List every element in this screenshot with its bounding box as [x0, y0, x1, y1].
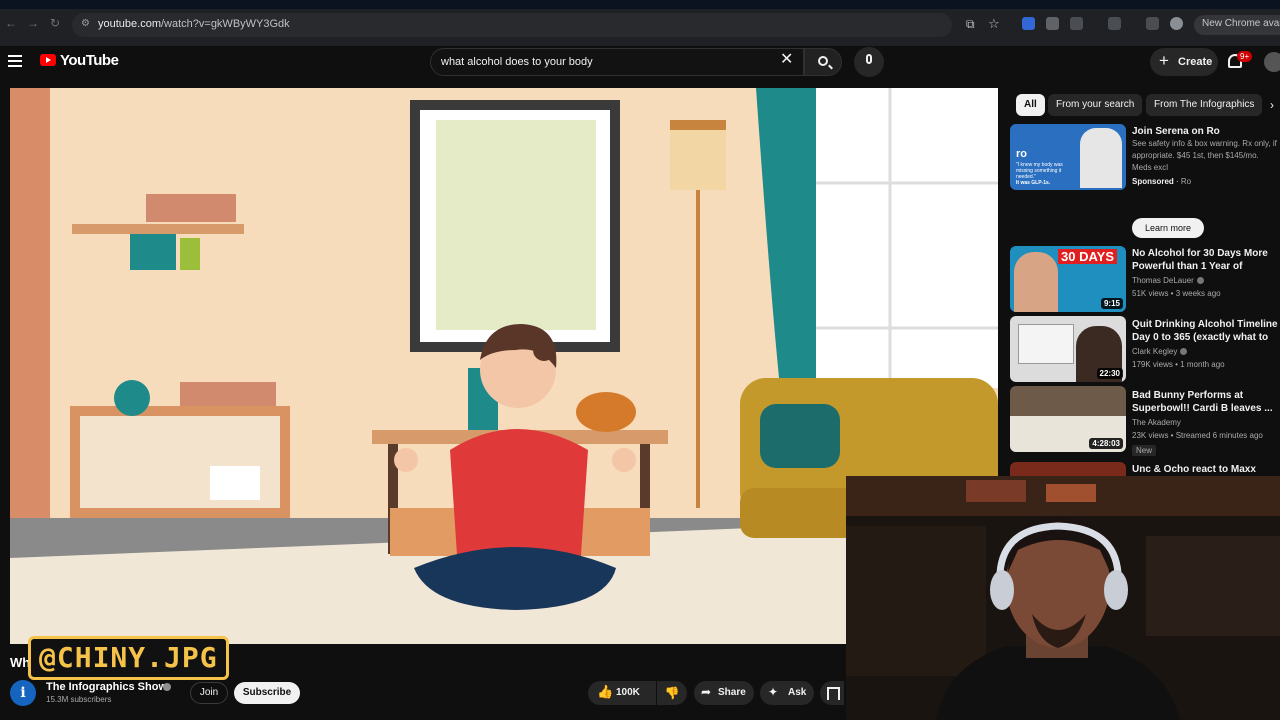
tab-strip [0, 0, 1280, 9]
thumbs-up-icon: 👍 [597, 684, 614, 699]
chevron-right-icon[interactable]: › [1270, 98, 1274, 112]
duration-badge: 22:30 [1096, 368, 1123, 379]
video-meta: 51K views • 3 weeks ago [1132, 289, 1221, 298]
dislike-button[interactable]: 👎 [657, 681, 687, 705]
video-thumbnail[interactable]: 30 DAYS 9:15 [1010, 246, 1126, 312]
thumbnail-person [1014, 252, 1058, 312]
join-button[interactable]: Join [190, 682, 228, 704]
youtube-wordmark[interactable]: YouTube [60, 52, 119, 69]
channel-avatar-letter: i [20, 685, 26, 701]
subscribe-button[interactable]: Subscribe [234, 682, 300, 704]
site-info-icon[interactable]: ⚙ [81, 18, 90, 29]
sponsored-label: Sponsored [1132, 177, 1174, 186]
webcam-feed [846, 476, 1280, 720]
browser-toolbar: ← → ↻ ⚙ youtube.com/watch?v=gkWByWY3Gdk … [0, 0, 1280, 46]
learn-more-button[interactable]: Learn more [1132, 218, 1204, 238]
channel-name[interactable]: The Infographics Show [46, 681, 167, 693]
hamburger-menu-icon[interactable] [8, 55, 22, 67]
video-channel[interactable]: Clark Kegley [1132, 346, 1188, 358]
chip-from-your-search[interactable]: From your search [1048, 94, 1143, 116]
ask-button[interactable]: ✦ Ask [760, 681, 814, 705]
video-meta: 23K views • Streamed 6 minutes ago [1132, 431, 1263, 440]
video-thumbnail[interactable]: 4:28:03 [1010, 386, 1126, 452]
url-text: youtube.com/watch?v=gkWByWY3Gdk [98, 18, 290, 30]
ad-sponsored-line: Sponsored · Ro [1132, 177, 1192, 186]
video-channel-name: Thomas DeLauer [1132, 276, 1194, 285]
video-channel[interactable]: Thomas DeLauer [1132, 275, 1204, 287]
extension-icon[interactable] [1070, 17, 1083, 30]
extension-icon[interactable] [1108, 17, 1121, 30]
thumbnail-chart [1018, 324, 1074, 364]
chip-from-channel[interactable]: From The Infographics [1146, 94, 1262, 116]
extension-icon[interactable] [1046, 17, 1059, 30]
video-meta: 179K views • 1 month ago [1132, 360, 1225, 369]
chip-all[interactable]: All [1016, 94, 1045, 116]
ad-advertiser: Ro [1180, 177, 1192, 186]
microphone-icon [866, 54, 872, 64]
thumbs-down-icon: 👎 [664, 686, 680, 700]
clear-search-icon[interactable]: ✕ [780, 52, 793, 68]
channel-avatar[interactable]: i [10, 680, 36, 706]
create-button[interactable]: + Create [1150, 48, 1218, 76]
ad-description: See safety info & box warning. Rx only, … [1132, 139, 1277, 172]
video-title-link[interactable]: Quit Drinking Alcohol Timeline Day 0 to … [1132, 318, 1278, 344]
video-title-link[interactable]: Unc & Ocho react to Maxx [1132, 463, 1278, 476]
related-videos-sidebar: All From your search From The Infographi… [1008, 88, 1280, 478]
profile-icon[interactable] [1170, 17, 1183, 30]
youtube-logo-icon[interactable] [40, 54, 56, 66]
update-chrome-button[interactable]: New Chrome availa [1194, 15, 1280, 35]
verified-check-icon [163, 683, 171, 691]
extension-icon[interactable] [1146, 17, 1159, 30]
plus-icon: + [1159, 51, 1169, 70]
share-arrow-icon: ➦ [701, 685, 712, 699]
sparkle-icon: ✦ [768, 685, 779, 699]
voice-search-button[interactable] [854, 47, 884, 77]
bookmark-star-icon[interactable]: ☆ [988, 16, 1000, 32]
search-query: what alcohol does to your body [441, 56, 593, 68]
verified-check-icon [1196, 277, 1204, 285]
thumbnail-overlay-text: 30 DAYS [1058, 249, 1117, 264]
ad-thumbnail[interactable]: ro "I knew my body was missing something… [1010, 124, 1126, 190]
ad-thumbnail-tag: It was GLP-1s. [1016, 180, 1051, 186]
extension-icon[interactable] [1022, 17, 1035, 30]
share-button[interactable]: ➦ Share [694, 681, 754, 705]
notification-badge: 9+ [1237, 51, 1253, 62]
video-channel-name: Clark Kegley [1132, 347, 1178, 356]
search-button[interactable] [804, 48, 842, 76]
ad-thumbnail-quote: "I knew my body was missing something it… [1016, 162, 1063, 180]
reload-icon[interactable]: ↻ [48, 16, 62, 30]
filter-chips: All From your search From The Infographi… [1012, 94, 1280, 116]
save-to-playlist-button[interactable] [820, 681, 844, 705]
search-icon [818, 56, 828, 66]
ad-title[interactable]: Join Serena on Ro [1132, 125, 1278, 138]
verified-check-icon [1180, 348, 1188, 356]
new-badge: New [1132, 445, 1157, 456]
ad-model-figure [1080, 128, 1122, 188]
back-icon[interactable]: ← [4, 16, 18, 30]
webcam-overlay [846, 476, 1280, 720]
ask-label: Ask [788, 687, 807, 698]
streamer-handle-overlay: @CHINY.JPG [28, 636, 229, 680]
video-title-link[interactable]: Bad Bunny Performs at Superbowl!! Cardi … [1132, 389, 1278, 415]
like-count: 100K [616, 687, 640, 698]
video-thumbnail[interactable]: 22:30 [1010, 316, 1126, 382]
youtube-header: YouTube what alcohol does to your body ✕… [0, 46, 1280, 86]
forward-icon[interactable]: → [26, 16, 40, 30]
search-input[interactable]: what alcohol does to your body [430, 48, 804, 76]
duration-badge: 4:28:03 [1089, 438, 1123, 449]
video-channel[interactable]: The Akademy [1132, 417, 1181, 429]
account-avatar[interactable] [1264, 52, 1280, 72]
duration-badge: 9:15 [1100, 298, 1123, 309]
like-button[interactable]: 👍 100K [588, 681, 656, 705]
install-icon[interactable]: ⧉ [966, 17, 975, 32]
subscriber-count: 15.3M subscribers [46, 695, 112, 704]
share-label: Share [718, 687, 746, 698]
ad-thumbnail-brand: ro [1016, 148, 1027, 160]
address-bar[interactable]: ⚙ youtube.com/watch?v=gkWByWY3Gdk ⧉ ☆ [72, 13, 1000, 37]
create-label: Create [1178, 56, 1213, 68]
video-title-link[interactable]: No Alcohol for 30 Days More Powerful tha… [1132, 247, 1278, 273]
